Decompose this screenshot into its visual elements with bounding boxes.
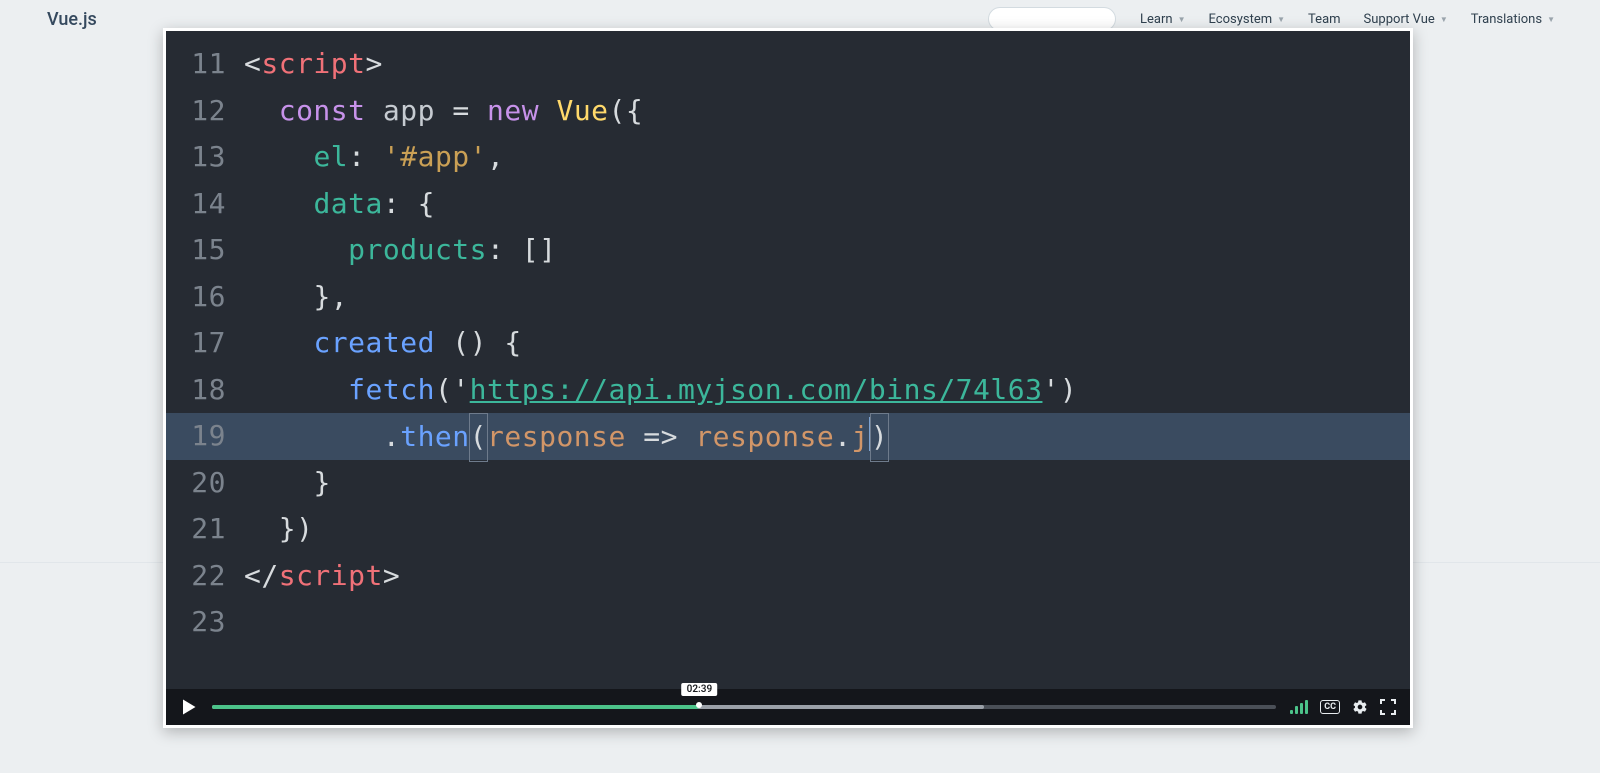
player-controls: 02:39 CC xyxy=(166,689,1410,725)
chevron-down-icon: ▼ xyxy=(1440,15,1448,24)
settings-button[interactable] xyxy=(1352,699,1368,715)
line-number: 17 xyxy=(166,320,244,367)
code-content: }) xyxy=(244,506,313,553)
nav-item-learn[interactable]: Learn▼ xyxy=(1140,12,1185,27)
code-line: 23 xyxy=(166,599,1410,646)
quality-indicator-icon[interactable] xyxy=(1290,700,1308,714)
nav-item-support-vue[interactable]: Support Vue▼ xyxy=(1364,12,1448,27)
code-line: 15 products: [] xyxy=(166,227,1410,274)
code-content: .then(response => response.j) xyxy=(244,413,888,462)
play-button[interactable] xyxy=(180,698,198,716)
line-number: 21 xyxy=(166,506,244,553)
line-number: 19 xyxy=(166,413,244,460)
progress-bar[interactable]: 02:39 xyxy=(212,703,1276,711)
line-number: 13 xyxy=(166,134,244,181)
code-line: 22</script> xyxy=(166,553,1410,600)
code-line: 11<script> xyxy=(166,41,1410,88)
brand-logo[interactable]: Vue.js xyxy=(47,9,97,30)
code-content: <script> xyxy=(244,41,383,88)
code-line: 17 created () { xyxy=(166,320,1410,367)
code-line: 14 data: { xyxy=(166,181,1410,228)
code-content: </script> xyxy=(244,553,400,600)
line-number: 16 xyxy=(166,274,244,321)
code-content: }, xyxy=(244,274,348,321)
line-number: 15 xyxy=(166,227,244,274)
line-number: 23 xyxy=(166,599,244,646)
code-content: el: '#app', xyxy=(244,134,504,181)
line-number: 18 xyxy=(166,367,244,414)
line-number: 20 xyxy=(166,460,244,507)
code-line: 19 .then(response => response.j) xyxy=(166,413,1410,460)
code-line: 21 }) xyxy=(166,506,1410,553)
nav-items: Learn▼ Ecosystem▼ Team Support Vue▼ Translat… xyxy=(1140,12,1555,27)
fullscreen-button[interactable] xyxy=(1380,699,1396,715)
code-content: data: { xyxy=(244,181,435,228)
code-line: 16 }, xyxy=(166,274,1410,321)
line-number: 22 xyxy=(166,553,244,600)
chevron-down-icon: ▼ xyxy=(1178,15,1186,24)
code-content: created () { xyxy=(244,320,522,367)
code-line: 13 el: '#app', xyxy=(166,134,1410,181)
code-content: const app = new Vue({ xyxy=(244,88,643,135)
code-line: 12 const app = new Vue({ xyxy=(166,88,1410,135)
nav-item-team[interactable]: Team xyxy=(1308,12,1341,27)
nav-item-ecosystem[interactable]: Ecosystem▼ xyxy=(1209,12,1286,27)
code-line: 18 fetch('https://api.myjson.com/bins/74… xyxy=(166,367,1410,414)
line-number: 14 xyxy=(166,181,244,228)
nav-item-translations[interactable]: Translations▼ xyxy=(1471,12,1555,27)
line-number: 11 xyxy=(166,41,244,88)
code-content: fetch('https://api.myjson.com/bins/74l63… xyxy=(244,367,1077,414)
time-tooltip: 02:39 xyxy=(682,683,718,696)
captions-button[interactable]: CC xyxy=(1320,700,1340,714)
code-content: } xyxy=(244,460,331,507)
code-line: 20 } xyxy=(166,460,1410,507)
line-number: 12 xyxy=(166,88,244,135)
progress-played xyxy=(212,705,699,709)
code-content: products: [] xyxy=(244,227,556,274)
video-player: 11<script>12 const app = new Vue({13 el:… xyxy=(163,28,1413,728)
code-viewport: 11<script>12 const app = new Vue({13 el:… xyxy=(166,31,1410,689)
chevron-down-icon: ▼ xyxy=(1277,15,1285,24)
chevron-down-icon: ▼ xyxy=(1547,15,1555,24)
